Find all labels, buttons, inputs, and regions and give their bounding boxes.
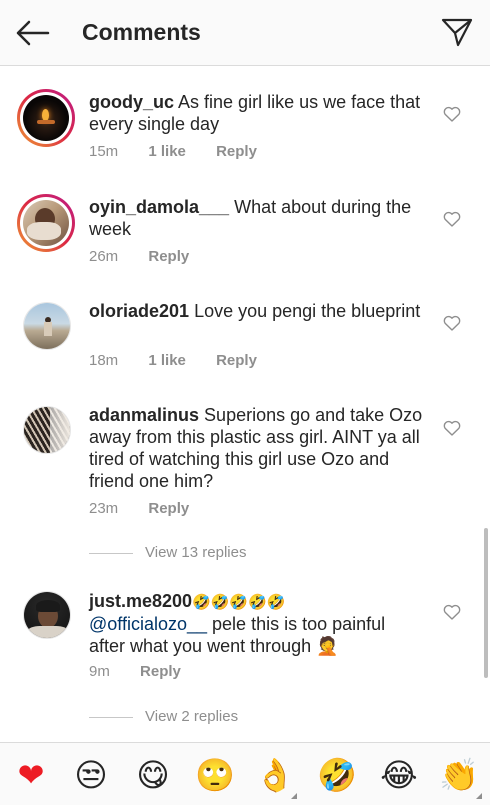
rofl-face-emoji-button[interactable]: 🤣 bbox=[317, 755, 357, 795]
heart-icon[interactable] bbox=[443, 211, 461, 227]
reply-button[interactable]: Reply bbox=[148, 500, 189, 517]
avatar[interactable] bbox=[17, 89, 75, 147]
emoji-quick-bar: ❤ 😒 😋 🙄 👌 🤣 😂 👏 bbox=[0, 742, 490, 805]
ok-hand-emoji-button[interactable]: 👌 bbox=[255, 755, 295, 795]
comments-header: Comments bbox=[0, 0, 490, 66]
mention-link[interactable]: @officialozo__ bbox=[89, 614, 207, 634]
comment-meta: 9m Reply bbox=[89, 663, 207, 680]
reply-button[interactable]: Reply bbox=[216, 352, 257, 369]
clapping-hands-emoji-button[interactable]: 👏 bbox=[439, 755, 479, 795]
comment-time: 26m bbox=[89, 248, 119, 265]
skin-tone-indicator-icon bbox=[476, 793, 482, 799]
divider-line bbox=[89, 552, 133, 554]
heart-icon[interactable] bbox=[443, 106, 461, 122]
unamused-face-emoji-button[interactable]: 😒 bbox=[71, 755, 111, 795]
comment-body: Love you pengi the blueprint bbox=[194, 301, 421, 321]
avatar[interactable] bbox=[17, 194, 75, 252]
comment-text: adanmalinus Superions go and take Ozo aw… bbox=[89, 404, 424, 492]
comment-meta: 15m 1 like Reply bbox=[89, 143, 283, 160]
red-heart-emoji-button[interactable]: ❤ bbox=[11, 755, 51, 795]
comment-username[interactable]: oloriade201 bbox=[89, 301, 189, 321]
comment-text: just.me8200🤣🤣🤣🤣🤣 @officialozo__ pele thi… bbox=[89, 590, 424, 657]
comment-meta: 23m Reply bbox=[89, 500, 215, 517]
comment-text: oloriade201 Love you pengi the blueprint bbox=[89, 300, 424, 322]
avatar[interactable] bbox=[23, 302, 71, 350]
view-replies-label[interactable]: View 2 replies bbox=[145, 708, 238, 725]
comment-username[interactable]: goody_uc bbox=[89, 92, 174, 112]
yum-face-emoji-button[interactable]: 😋 bbox=[133, 755, 173, 795]
comment-meta: 26m Reply bbox=[89, 248, 215, 265]
skin-tone-indicator-icon bbox=[291, 793, 297, 799]
view-replies-button[interactable]: View 13 replies bbox=[89, 544, 246, 561]
reply-button[interactable]: Reply bbox=[140, 663, 181, 680]
avatar[interactable] bbox=[23, 406, 71, 454]
comment-time: 9m bbox=[89, 663, 110, 680]
avatar[interactable] bbox=[23, 591, 71, 639]
comment-likes[interactable]: 1 like bbox=[148, 143, 186, 160]
back-arrow-icon[interactable] bbox=[14, 18, 50, 48]
eye-roll-face-emoji-button[interactable]: 🙄 bbox=[195, 755, 235, 795]
comment-meta: 18m 1 like Reply bbox=[89, 352, 283, 369]
view-replies-label[interactable]: View 13 replies bbox=[145, 544, 246, 561]
comment-username[interactable]: adanmalinus bbox=[89, 405, 199, 425]
view-replies-button[interactable]: View 2 replies bbox=[89, 708, 238, 725]
heart-icon[interactable] bbox=[443, 420, 461, 436]
comment-likes[interactable]: 1 like bbox=[148, 352, 186, 369]
comment-text: goody_uc As fine girl like us we face th… bbox=[89, 91, 424, 135]
page-title: Comments bbox=[82, 19, 201, 45]
direct-send-icon[interactable] bbox=[440, 16, 474, 48]
joy-face-emoji-button[interactable]: 😂 bbox=[379, 755, 419, 795]
scrollbar[interactable] bbox=[484, 528, 488, 678]
comment-username[interactable]: oyin_damola___ bbox=[89, 197, 229, 217]
comment-time: 15m bbox=[89, 143, 119, 160]
comment-emojis: 🤣🤣🤣🤣🤣 bbox=[192, 593, 286, 611]
reply-button[interactable]: Reply bbox=[148, 248, 189, 265]
heart-icon[interactable] bbox=[443, 315, 461, 331]
comment-time: 23m bbox=[89, 500, 119, 517]
comment-text: oyin_damola___ What about during the wee… bbox=[89, 196, 424, 240]
reply-button[interactable]: Reply bbox=[216, 143, 257, 160]
comment-time: 18m bbox=[89, 352, 119, 369]
comment-username[interactable]: just.me8200 bbox=[89, 591, 192, 611]
heart-icon[interactable] bbox=[443, 604, 461, 620]
divider-line bbox=[89, 716, 133, 718]
